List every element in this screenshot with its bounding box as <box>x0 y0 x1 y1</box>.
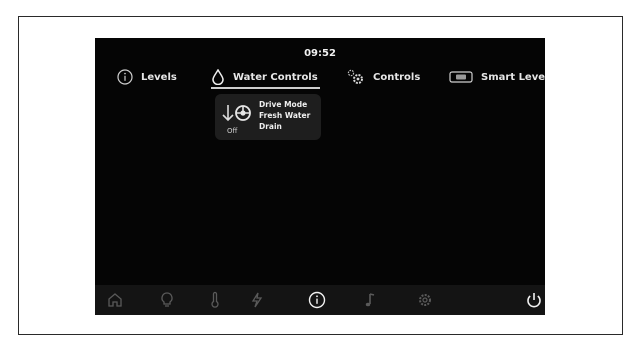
drive-mode-text: Drive Mode <box>259 100 308 109</box>
tab-smart-level[interactable]: Smart Level <box>449 67 545 87</box>
tab-water-controls-label: Water Controls <box>233 71 318 83</box>
gear-icon[interactable] <box>416 291 434 309</box>
info-icon[interactable] <box>308 291 326 309</box>
top-tabs: Levels Water Controls Controls Smart Lev… <box>95 67 545 89</box>
drain-valve-icon <box>222 105 251 122</box>
info-icon <box>117 69 133 85</box>
drain-info-lines: Drive Mode Fresh Water Drain <box>259 99 310 132</box>
level-icon <box>449 71 473 83</box>
touch-screen: 09:52 Levels Water Controls Controls Sma… <box>95 38 545 315</box>
gears-icon <box>347 69 363 84</box>
lightning-icon[interactable] <box>248 291 266 309</box>
tab-water-controls[interactable]: Water Controls <box>211 67 320 89</box>
fresh-water-text: Fresh Water <box>259 111 311 120</box>
drain-state-label: Off <box>227 127 238 135</box>
tab-controls[interactable]: Controls <box>345 67 420 87</box>
tab-levels[interactable]: Levels <box>117 67 177 87</box>
tab-controls-label: Controls <box>373 71 421 83</box>
water-drop-icon <box>212 69 224 85</box>
music-note-icon[interactable] <box>362 291 380 309</box>
drain-text: Drain <box>259 122 282 131</box>
tab-smart-level-label: Smart Level <box>481 71 545 83</box>
thermometer-icon[interactable] <box>206 291 224 309</box>
power-icon[interactable] <box>525 291 543 309</box>
clock: 09:52 <box>304 48 336 59</box>
drain-status-popup[interactable]: Off Drive Mode Fresh Water Drain <box>215 94 321 140</box>
tab-levels-label: Levels <box>141 71 177 83</box>
bottom-nav-bar <box>95 285 545 315</box>
bulb-icon[interactable] <box>158 291 176 309</box>
home-icon[interactable] <box>106 291 124 309</box>
